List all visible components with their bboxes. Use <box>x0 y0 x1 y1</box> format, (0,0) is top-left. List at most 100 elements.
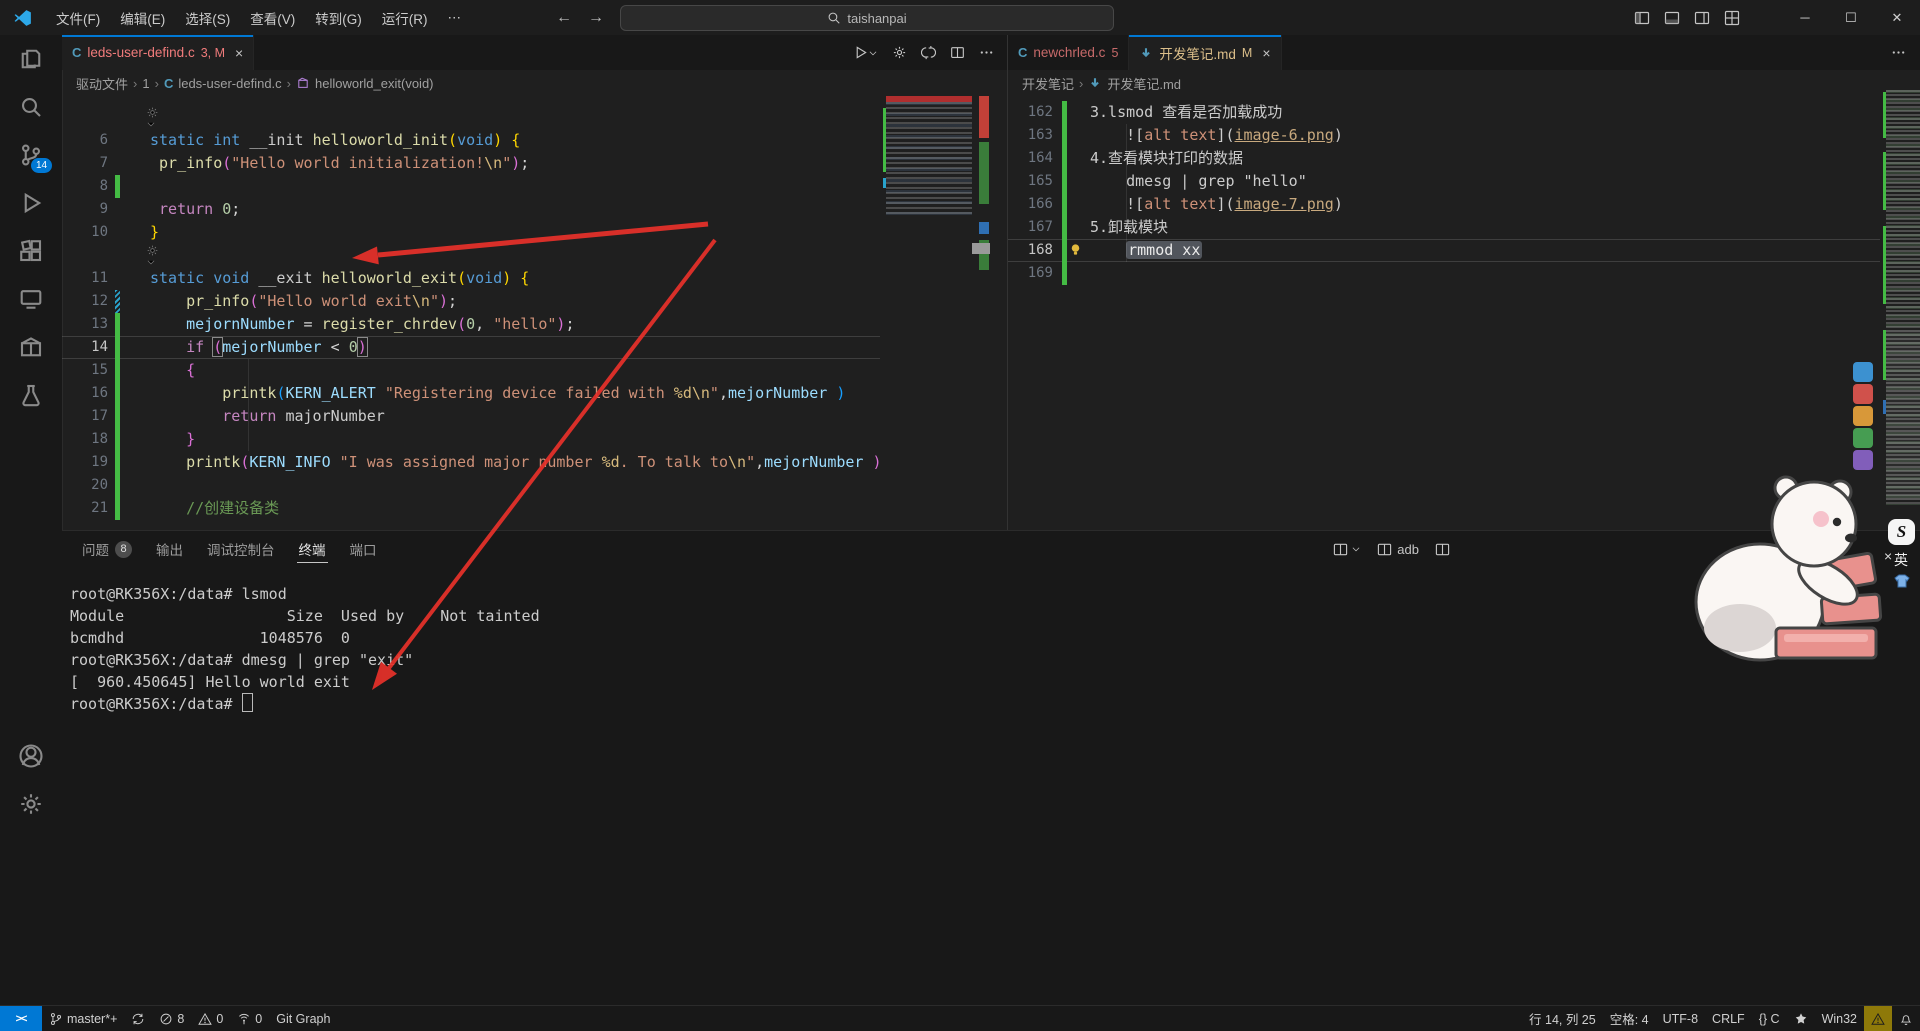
minimap-left[interactable] <box>886 102 972 216</box>
breadcrumb-item[interactable]: 1 <box>142 76 149 91</box>
panel-tab[interactable]: 输出 <box>146 531 193 567</box>
close-tab-icon[interactable]: × <box>1262 45 1270 61</box>
editor-tab[interactable]: 开发笔记.mdM× <box>1129 35 1281 70</box>
menu-item[interactable]: 转到(G) <box>305 0 372 35</box>
activity-source-control[interactable]: 14 <box>0 131 62 179</box>
breadcrumb-item[interactable]: 开发笔记 <box>1022 74 1074 93</box>
status-item[interactable]: 8 <box>152 1006 191 1031</box>
status-item[interactable]: master*+ <box>42 1006 124 1031</box>
toggle-secondary-sidebar-icon[interactable] <box>1694 10 1710 26</box>
activity-settings[interactable] <box>0 780 62 828</box>
breadcrumb-item[interactable]: helloworld_exit(void) <box>315 76 434 91</box>
code-line[interactable]: 12 pr_info("Hello world exit\n"); <box>62 290 880 313</box>
menu-item[interactable]: 查看(V) <box>240 0 305 35</box>
terminal-output[interactable]: root@RK356X:/data# lsmodModule Size Used… <box>70 583 540 715</box>
back-button[interactable]: ← <box>556 9 572 27</box>
panel-tab[interactable]: 终端 <box>289 531 336 567</box>
terminal-split-icon-2[interactable] <box>1435 542 1450 557</box>
activity-extensions[interactable] <box>0 227 62 275</box>
code-line[interactable]: 21 //创建设备类 <box>62 497 880 520</box>
status-item[interactable]: 0 <box>230 1006 269 1031</box>
code-line[interactable]: 19 printk(KERN_INFO "I was assigned majo… <box>62 451 880 474</box>
code-line[interactable]: 9 return 0; <box>62 198 880 221</box>
code-line[interactable]: 11static void __exit helloworld_exit(voi… <box>62 267 880 290</box>
compare-button[interactable] <box>921 45 936 60</box>
menu-item[interactable]: 编辑(E) <box>110 0 175 35</box>
activity-container[interactable] <box>0 323 62 371</box>
editor-tab[interactable]: Cleds-user-defind.c3, M× <box>62 35 254 70</box>
status-item[interactable]: CRLF <box>1705 1006 1752 1031</box>
panel-tab[interactable]: 问题8 <box>72 531 142 567</box>
inline-widget[interactable] <box>62 244 880 267</box>
menu-item[interactable]: 运行(R) <box>372 0 438 35</box>
toggle-panel-icon[interactable] <box>1664 10 1680 26</box>
code-line[interactable]: 169 <box>1008 262 1880 285</box>
code-line[interactable]: 17 return majorNumber <box>62 405 880 428</box>
more-button[interactable] <box>979 45 994 60</box>
toggle-sidebar-icon[interactable] <box>1634 10 1650 26</box>
code-editor-left[interactable]: 6static int __init helloworld_init(void)… <box>62 96 880 530</box>
ime-logo[interactable]: S <box>1888 519 1915 545</box>
breadcrumb-right[interactable]: 开发笔记›开发笔记.md <box>1008 70 1892 96</box>
status-item[interactable]: {} C <box>1752 1006 1787 1031</box>
minimap-slider[interactable] <box>1886 330 1920 500</box>
split-editor-button[interactable] <box>950 45 965 60</box>
minimize-button[interactable]: ─ <box>1782 0 1828 35</box>
code-line[interactable]: 7 pr_info("Hello world initialization!\n… <box>62 152 880 175</box>
status-item[interactable]: 行 14, 列 25 <box>1522 1006 1603 1031</box>
inline-widget[interactable] <box>62 106 880 129</box>
status-item[interactable] <box>1892 1006 1920 1031</box>
status-item[interactable]: Win32 <box>1815 1006 1864 1031</box>
code-line[interactable]: 13 mejornNumber = register_chrdev(0, "he… <box>62 313 880 336</box>
status-item[interactable]: Git Graph <box>269 1006 337 1031</box>
close-tab-icon[interactable]: × <box>235 45 243 61</box>
remote-indicator[interactable]: >< <box>0 1006 42 1031</box>
run-button[interactable] <box>853 45 878 60</box>
lightbulb-icon[interactable] <box>1068 242 1083 257</box>
panel-tab[interactable]: 端口 <box>340 531 387 567</box>
activity-beaker[interactable] <box>0 371 62 419</box>
code-line[interactable]: 168 rmmod xx <box>1008 239 1880 262</box>
breadcrumb[interactable]: 驱动文件›1›Cleds-user-defind.c›helloworld_ex… <box>62 70 1016 96</box>
ime-skin-icon[interactable] <box>1894 574 1918 588</box>
breadcrumb-item[interactable]: leds-user-defind.c <box>178 76 281 91</box>
code-line[interactable]: 1675.卸载模块 <box>1008 216 1880 239</box>
terminal-prompt[interactable]: root@RK356X:/data# <box>70 693 540 715</box>
code-line[interactable]: 6static int __init helloworld_init(void)… <box>62 129 880 152</box>
code-line[interactable]: 20 <box>62 474 880 497</box>
code-line[interactable]: 16 printk(KERN_ALERT "Registering device… <box>62 382 880 405</box>
code-line[interactable]: 163 ![alt text](image-6.png) <box>1008 124 1880 147</box>
status-item[interactable]: 0 <box>191 1006 230 1031</box>
breadcrumb-item[interactable]: 驱动文件 <box>76 74 128 93</box>
customize-layout-icon[interactable] <box>1724 10 1740 26</box>
ime-lang-mode[interactable]: 英 <box>1894 550 1918 570</box>
code-line[interactable]: 10} <box>62 221 880 244</box>
code-line[interactable]: 166 ![alt text](image-7.png) <box>1008 193 1880 216</box>
menu-item[interactable]: ⋯ <box>438 0 472 35</box>
terminal-profile-adb[interactable]: adb <box>1377 542 1419 557</box>
terminal-launch-icon[interactable] <box>1333 542 1361 557</box>
status-item[interactable] <box>1864 1006 1892 1031</box>
command-center-search[interactable]: taishanpai <box>620 5 1114 31</box>
close-button[interactable]: ✕ <box>1874 0 1920 35</box>
gear-button[interactable] <box>892 45 907 60</box>
menu-item[interactable]: 选择(S) <box>175 0 240 35</box>
code-line[interactable]: 15 { <box>62 359 880 382</box>
code-line[interactable]: 8 <box>62 175 880 198</box>
activity-account[interactable] <box>0 732 62 780</box>
code-line[interactable]: 1644.查看模块打印的数据 <box>1008 147 1880 170</box>
code-line[interactable]: 1623.lsmod 查看是否加载成功 <box>1008 101 1880 124</box>
scrollbar-handle[interactable] <box>972 243 990 254</box>
maximize-button[interactable]: ☐ <box>1828 0 1874 35</box>
breadcrumb-item[interactable]: 开发笔记.md <box>1107 74 1181 93</box>
menu-item[interactable]: 文件(F) <box>46 0 110 35</box>
code-line[interactable]: 14 if (mejorNumber < 0) <box>62 336 880 359</box>
code-line[interactable]: 18 } <box>62 428 880 451</box>
activity-remote-explorer[interactable] <box>0 275 62 323</box>
status-item[interactable] <box>124 1006 152 1031</box>
status-item[interactable]: 空格: 4 <box>1603 1006 1656 1031</box>
activity-run-debug[interactable] <box>0 179 62 227</box>
status-item[interactable]: UTF-8 <box>1656 1006 1705 1031</box>
activity-search[interactable] <box>0 83 62 131</box>
forward-button[interactable]: → <box>588 9 604 27</box>
